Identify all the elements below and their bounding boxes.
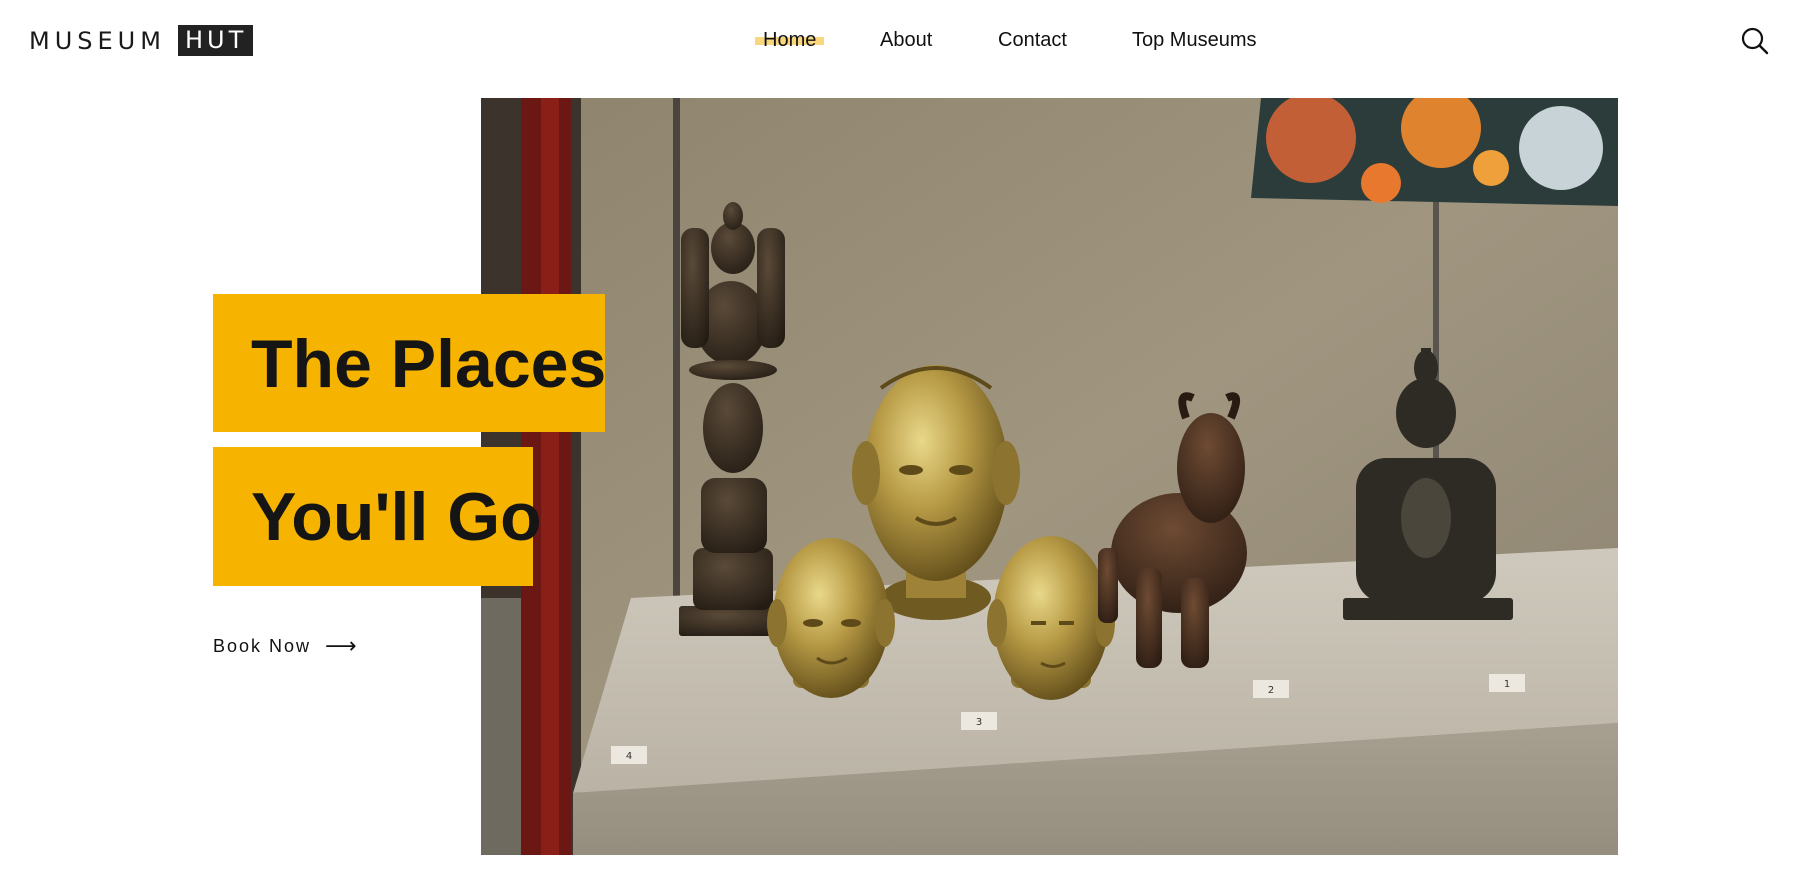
headline-line-2: You'll Go bbox=[251, 479, 542, 555]
search-button[interactable] bbox=[1740, 26, 1770, 56]
tag-1: 1 bbox=[1504, 679, 1510, 690]
main-nav: Home About Contact Top Museums bbox=[0, 26, 1797, 54]
hero-image: 4 3 2 1 bbox=[481, 98, 1618, 855]
search-icon bbox=[1741, 27, 1769, 55]
book-now-link[interactable]: Book Now ⟶ bbox=[213, 634, 357, 658]
museum-display-illustration: 4 3 2 1 bbox=[481, 98, 1618, 855]
nav-item-about[interactable]: About bbox=[880, 26, 932, 54]
headline-line-1: The Places bbox=[251, 326, 607, 402]
headline-box-1: The Places bbox=[213, 294, 607, 432]
book-now-label: Book Now bbox=[213, 635, 312, 656]
tag-4: 4 bbox=[626, 751, 632, 762]
tag-2: 2 bbox=[1268, 685, 1274, 696]
arrow-right-icon: ⟶ bbox=[325, 633, 357, 658]
tag-3: 3 bbox=[976, 717, 982, 728]
nav-item-contact[interactable]: Contact bbox=[998, 26, 1067, 54]
headline-box-2: You'll Go bbox=[213, 447, 542, 586]
nav-item-home[interactable]: Home bbox=[763, 26, 816, 54]
nav-item-top-museums[interactable]: Top Museums bbox=[1132, 26, 1257, 54]
